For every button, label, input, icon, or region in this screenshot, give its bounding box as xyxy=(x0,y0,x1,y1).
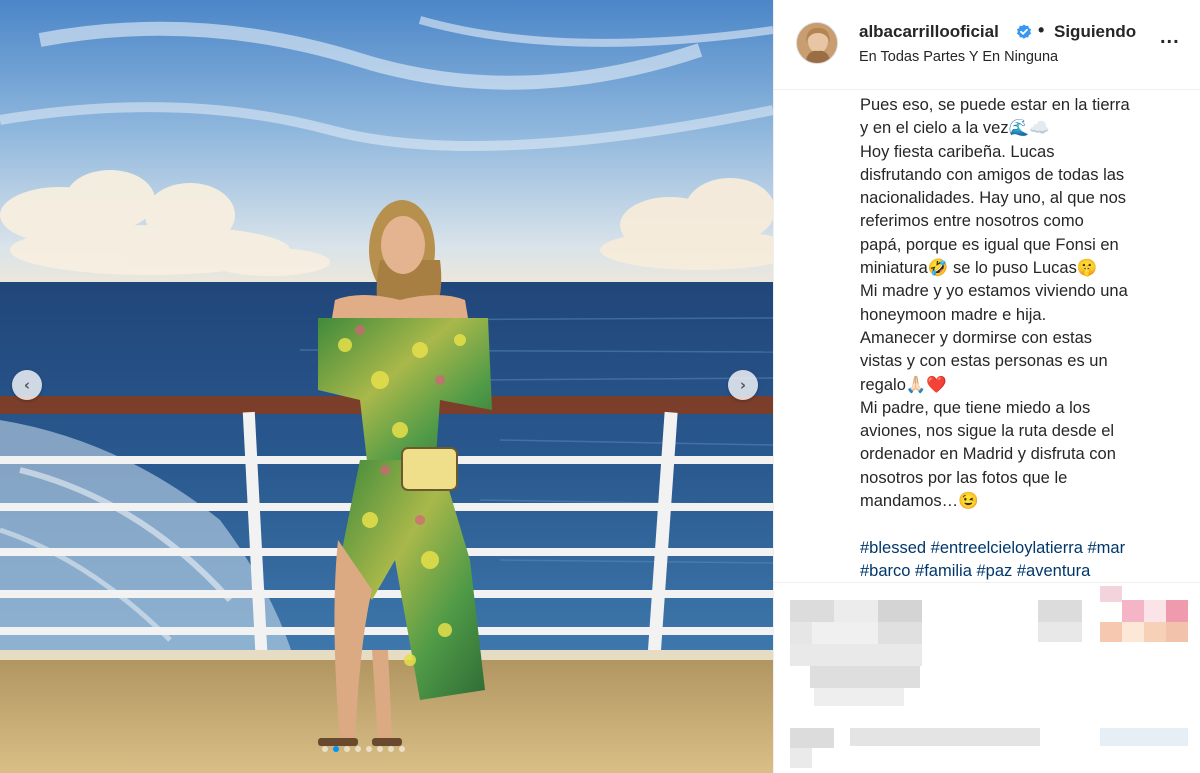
caption-line: y en el cielo a la vez🌊☁️ xyxy=(860,119,1050,138)
location-link[interactable]: En Todas Partes Y En Ninguna xyxy=(859,49,1058,65)
chevron-left-icon: ‹ xyxy=(23,375,31,394)
comments-divider xyxy=(774,582,1200,583)
hashtag-link[interactable]: #barco xyxy=(860,562,910,580)
caption-line: mandamos…😉 xyxy=(860,492,979,511)
caption-line: vistas y con estas personas es un xyxy=(860,352,1108,371)
caption-line: aviones, nos sigue la ruta desde el xyxy=(860,422,1115,441)
caption-line: regalo🙏🏻❤️ xyxy=(860,375,947,394)
caption-line: Pues eso, se puede estar en la tierra xyxy=(860,96,1130,114)
photo-image xyxy=(0,0,773,773)
hashtag-link[interactable]: #paz xyxy=(977,562,1013,580)
carousel-dot xyxy=(344,746,350,752)
caption-line: miniatura🤣 se lo puso Lucas🤫 xyxy=(860,259,1098,278)
caption-line: nacionalidades. Hay uno, al que nos xyxy=(860,189,1127,208)
more-options-icon[interactable]: ... xyxy=(1160,26,1180,49)
follow-button[interactable]: Siguiendo xyxy=(1054,22,1136,42)
caption-line: Mi madre y yo estamos viviendo una xyxy=(860,282,1128,301)
post-header: albacarrillooficial • Siguiendo En Todas… xyxy=(774,0,1200,90)
separator-dot: • xyxy=(1038,20,1045,40)
hashtag-link[interactable]: #aventura xyxy=(1017,562,1090,580)
avatar-image xyxy=(797,23,837,63)
caption-line: Hoy fiesta caribeña. Lucas xyxy=(860,142,1055,161)
carousel-dot xyxy=(388,746,394,752)
carousel-dot xyxy=(366,746,372,752)
hashtag-link[interactable]: #blessed xyxy=(860,539,926,557)
hashtag-link[interactable]: #mar xyxy=(1088,539,1126,557)
carousel-prev-button[interactable]: ‹ xyxy=(12,370,42,400)
carousel-next-button[interactable]: › xyxy=(728,370,758,400)
caption-line: Mi padre, que tiene miedo a los xyxy=(860,398,1091,417)
caption-line: honeymoon madre e hija. xyxy=(860,305,1047,324)
caption-text: Pues eso, se puede estar en la tierra y e… xyxy=(860,94,1180,513)
post-sidebar: albacarrillooficial • Siguiendo En Todas… xyxy=(773,0,1200,773)
caption-line: referimos entre nosotros como xyxy=(860,212,1084,231)
caption-line: disfrutando con amigos de todas las xyxy=(860,165,1125,184)
carousel-dot xyxy=(377,746,383,752)
hashtag-link[interactable]: #familia xyxy=(915,562,972,580)
caption-line: ordenador en Madrid y disfruta con xyxy=(860,445,1116,464)
username[interactable]: albacarrillooficial xyxy=(859,22,999,42)
caption-line: papá, porque es igual que Fonsi en xyxy=(860,235,1119,254)
carousel-dot xyxy=(399,746,405,752)
caption-line: Amanecer y dormirse con estas xyxy=(860,328,1093,347)
post-photo: ‹ › xyxy=(0,0,773,773)
verified-badge-icon xyxy=(1017,24,1031,39)
chevron-right-icon: › xyxy=(739,375,747,394)
hashtag-link[interactable]: #entreelcieloylatierra xyxy=(931,539,1083,557)
avatar[interactable] xyxy=(796,22,838,64)
post-caption: Pues eso, se puede estar en la tierra y e… xyxy=(860,94,1180,581)
carousel-dot xyxy=(333,746,339,752)
carousel-dot xyxy=(322,746,328,752)
hashtag-list: #blessed #entreelcieloylatierra #mar #ba… xyxy=(860,537,1180,581)
carousel-indicator xyxy=(322,746,405,752)
caption-line: nosotros por las fotos que le xyxy=(860,468,1068,487)
carousel-dot xyxy=(355,746,361,752)
